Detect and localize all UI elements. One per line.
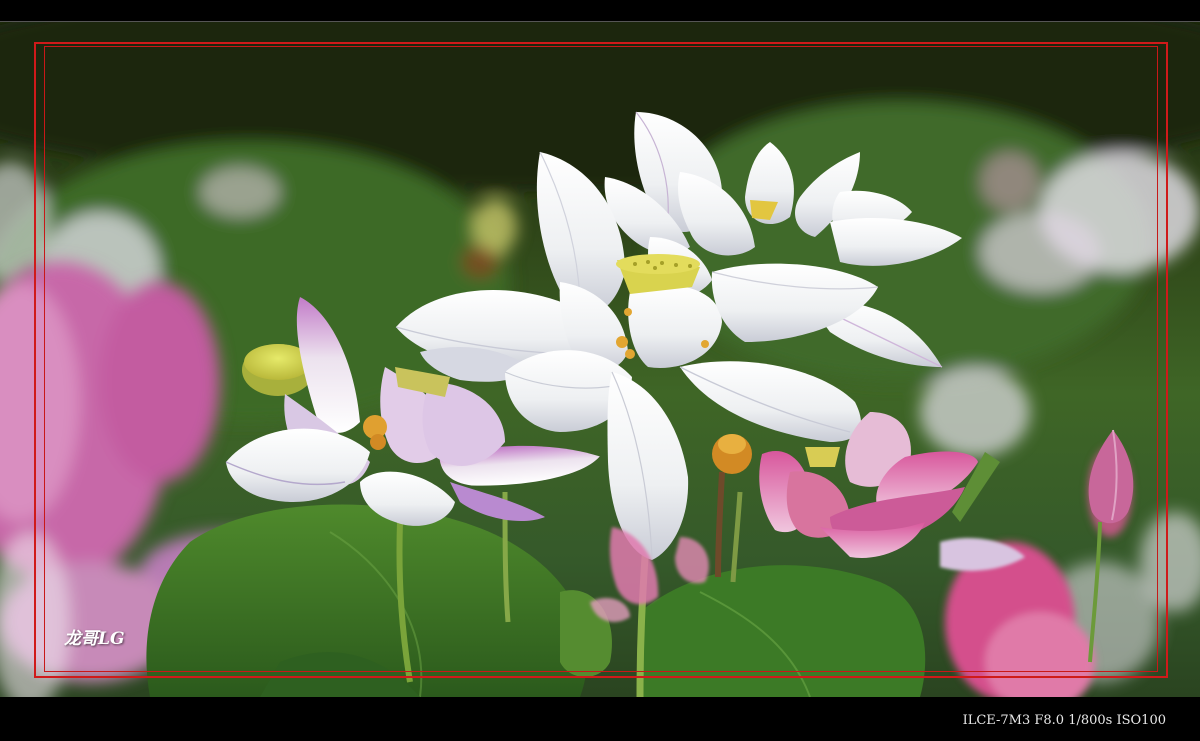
- top-black-bar: [0, 0, 1200, 22]
- exif-caption: ILCE-7M3 F8.0 1/800s ISO100: [962, 713, 1166, 728]
- lotus-scene-illustration: [0, 22, 1200, 697]
- watermark-signature: 龙哥LG: [64, 629, 125, 649]
- pink-lotus-bud-right: [1088, 429, 1134, 524]
- lotus-photo: [0, 22, 1200, 697]
- photo-frame: 龙哥LG ILCE-7M3 F8.0 1/800s ISO100: [0, 0, 1200, 741]
